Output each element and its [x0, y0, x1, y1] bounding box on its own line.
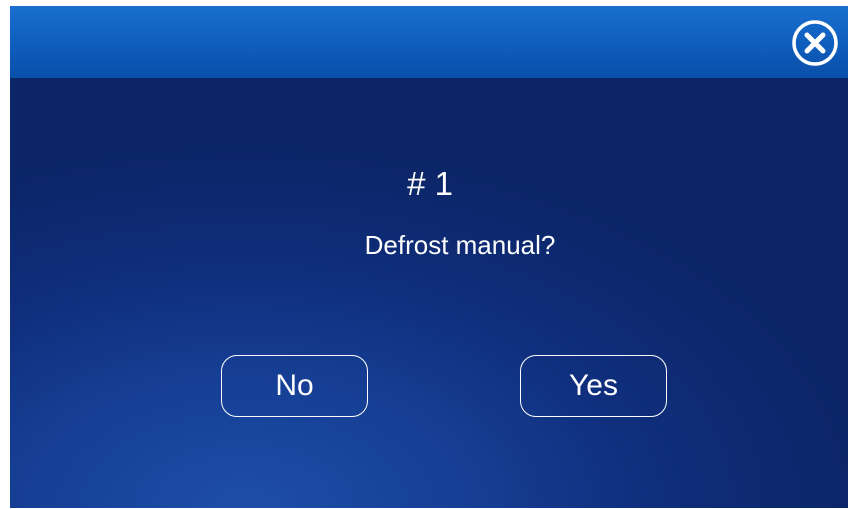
title-bar — [10, 6, 848, 78]
no-button[interactable]: No — [221, 355, 368, 417]
close-button[interactable] — [790, 18, 840, 68]
close-circle-icon — [792, 20, 838, 66]
unit-number-text: # 1 — [407, 165, 453, 202]
defrost-dialog-window: # 1 Defrost manual? No Yes — [10, 6, 848, 508]
unit-number-heading: # 1 — [10, 164, 848, 204]
dialog-body: # 1 Defrost manual? No Yes — [10, 78, 848, 508]
yes-button[interactable]: Yes — [520, 355, 667, 417]
confirmation-question-text: Defrost manual? — [364, 230, 556, 260]
confirmation-question: Defrost manual? — [10, 228, 848, 262]
